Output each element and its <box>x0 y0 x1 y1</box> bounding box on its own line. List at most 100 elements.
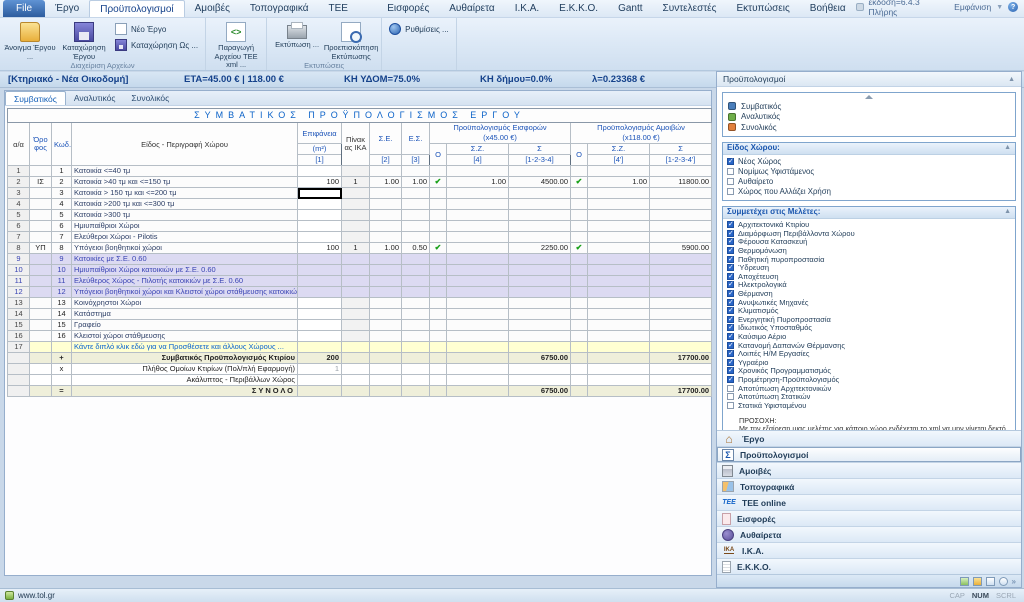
cell-fees-sum[interactable] <box>650 287 712 298</box>
cell-fees-sum[interactable]: 11800.00 <box>650 177 712 188</box>
cell-surface[interactable] <box>298 298 342 309</box>
cell-floor[interactable]: ΙΣ <box>30 177 52 188</box>
table-row[interactable]: 11Κατοικία <=40 τμ <box>8 166 712 177</box>
checkbox-item[interactable]: Διαμόρφωση Περιβάλλοντα Χώρου <box>727 229 1011 238</box>
cell-es[interactable] <box>402 342 430 353</box>
cell-contrib-flag[interactable] <box>430 298 447 309</box>
checkbox[interactable] <box>727 281 734 288</box>
cell-contrib-flag[interactable] <box>430 265 447 276</box>
cell-ika[interactable] <box>342 221 370 232</box>
cell-ika[interactable] <box>342 210 370 221</box>
checkbox-item[interactable]: Νέος Χώρος <box>727 157 1011 167</box>
cell-description[interactable]: Κατοικία >200 τμ και <=300 τμ <box>72 199 298 210</box>
cell-es[interactable] <box>402 254 430 265</box>
cell-surface[interactable] <box>298 221 342 232</box>
col-header-sum2[interactable]: Σ <box>650 144 712 155</box>
checkbox[interactable] <box>727 367 734 374</box>
cell-surface[interactable] <box>298 210 342 221</box>
toolbar-button[interactable]: Εκτύπωση ... <box>270 19 324 50</box>
cell-fees-flag[interactable] <box>571 188 588 199</box>
cell-contrib-sum[interactable] <box>509 199 571 210</box>
ribbon-tab[interactable]: Εισφορές <box>377 1 439 17</box>
ribbon-tab[interactable]: Αμοιβές <box>185 1 240 17</box>
scroll-up-icon[interactable] <box>865 95 873 99</box>
cell-contrib-sum[interactable] <box>509 188 571 199</box>
cell-fees-sz[interactable] <box>588 309 650 320</box>
checkbox[interactable] <box>727 290 734 297</box>
cell-surface[interactable] <box>298 309 342 320</box>
cell-es[interactable] <box>402 188 430 199</box>
toolbar-button[interactable]: Άνοιγμα Έργου ... <box>3 19 57 61</box>
collapse-icon[interactable]: ▲ <box>1004 206 1011 218</box>
checkbox-item[interactable]: Κλιματισμός <box>727 306 1011 315</box>
cell-description[interactable]: Υπόγειοι βοηθητικοί χώροι <box>72 243 298 254</box>
cell-se[interactable]: 1.00 <box>370 243 402 254</box>
ribbon-tab[interactable]: Ι.Κ.Α. <box>505 1 549 17</box>
cell-floor[interactable] <box>30 309 52 320</box>
checkbox-item[interactable]: Φέρουσα Κατασκευή <box>727 238 1011 247</box>
cell-contrib-sz[interactable] <box>447 199 509 210</box>
grid-view-icon[interactable] <box>960 577 969 586</box>
cell-description[interactable]: Ελεύθερος Χώρος - Πιλοτής κατοικιών με Σ… <box>72 276 298 287</box>
checkbox[interactable] <box>727 350 734 357</box>
cell-fees-flag[interactable] <box>571 276 588 287</box>
checkbox[interactable] <box>727 385 734 392</box>
cell-floor[interactable] <box>30 287 52 298</box>
ribbon-tab[interactable]: Βοήθεια <box>800 1 856 17</box>
cell-floor[interactable] <box>30 320 52 331</box>
sidebar-nav-item[interactable]: Αμοιβές <box>717 463 1021 479</box>
sidebar-nav-item[interactable]: Αυθαίρετα <box>717 527 1021 543</box>
checkbox[interactable] <box>727 299 734 306</box>
cell-ika[interactable] <box>342 320 370 331</box>
row-number[interactable]: 5 <box>8 210 30 221</box>
view-tab[interactable]: Συνολικός <box>123 92 177 105</box>
cell-contrib-sz[interactable] <box>447 298 509 309</box>
cell-fees-sum[interactable] <box>650 342 712 353</box>
cell-fees-flag[interactable] <box>571 287 588 298</box>
cell-fees-flag[interactable] <box>571 342 588 353</box>
sidebar-nav-item[interactable]: TEE online <box>717 495 1021 511</box>
cell-contrib-sz[interactable] <box>447 265 509 276</box>
checkbox[interactable] <box>727 402 734 409</box>
row-number[interactable]: 9 <box>8 254 30 265</box>
table-row[interactable]: 1313Κοινόχρηστοι Χώροι <box>8 298 712 309</box>
cell-fees-sz[interactable]: 1.00 <box>588 177 650 188</box>
cell-se[interactable] <box>370 320 402 331</box>
cell-contrib-sz[interactable] <box>447 221 509 232</box>
ribbon-tab[interactable]: Έργο <box>45 1 89 17</box>
cell-contrib-flag[interactable]: ✔ <box>430 177 447 188</box>
cell-surface[interactable]: 100 <box>298 177 342 188</box>
cell-ika[interactable] <box>342 188 370 199</box>
cell-fees-sz[interactable] <box>588 331 650 342</box>
col-header-sz2[interactable]: Σ.Ζ. <box>588 144 650 155</box>
cell-contrib-flag[interactable] <box>430 210 447 221</box>
cell-contrib-sz[interactable] <box>447 331 509 342</box>
checkbox[interactable] <box>727 168 734 175</box>
cell-contrib-sum[interactable] <box>509 320 571 331</box>
col-header-o1[interactable]: Ο <box>430 144 447 166</box>
collapse-icon[interactable]: ▲ <box>1004 142 1011 154</box>
cell-se[interactable] <box>370 298 402 309</box>
cell-contrib-flag[interactable] <box>430 276 447 287</box>
folder-view-icon[interactable] <box>973 577 982 586</box>
cell-fees-sum[interactable] <box>650 276 712 287</box>
cell-code[interactable]: 12 <box>52 287 72 298</box>
cell-ika[interactable] <box>342 298 370 309</box>
cell-contrib-sum[interactable]: 2250.00 <box>509 243 571 254</box>
cell-floor[interactable] <box>30 232 52 243</box>
cell-description[interactable]: Κατοικία <=40 τμ <box>72 166 298 177</box>
cell-code[interactable]: 14 <box>52 309 72 320</box>
view-tab[interactable]: Συμβατικός <box>5 91 66 105</box>
cell-contrib-sz[interactable] <box>447 243 509 254</box>
cell-code[interactable]: 7 <box>52 232 72 243</box>
cell-se[interactable] <box>370 276 402 287</box>
cell-code[interactable]: 8 <box>52 243 72 254</box>
cell-contrib-flag[interactable] <box>430 232 447 243</box>
cell-contrib-flag[interactable] <box>430 342 447 353</box>
cell-code[interactable]: 6 <box>52 221 72 232</box>
cell-contrib-flag[interactable] <box>430 188 447 199</box>
cell-fees-sz[interactable] <box>588 243 650 254</box>
cell-es[interactable] <box>402 210 430 221</box>
cell-es[interactable] <box>402 265 430 276</box>
cell-es[interactable] <box>402 298 430 309</box>
